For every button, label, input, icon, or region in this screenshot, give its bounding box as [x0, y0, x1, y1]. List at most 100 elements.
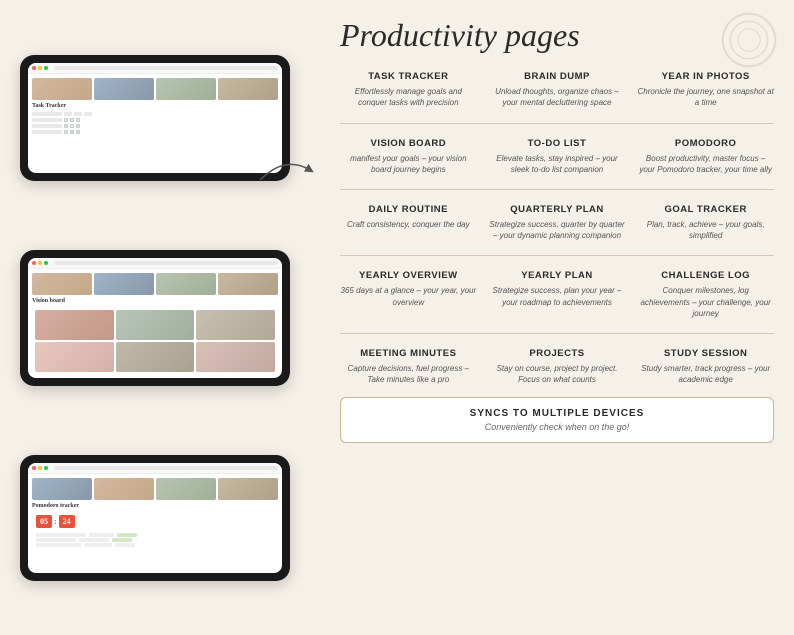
- check-5: [70, 124, 74, 128]
- col-header-4: [84, 112, 92, 116]
- pomo-header-photo-1: [32, 478, 92, 500]
- feature-name-10: YEARLY PLAN: [489, 270, 626, 281]
- minimize-dot-2: [38, 261, 42, 265]
- check-8: [70, 130, 74, 134]
- url-bar-3: [54, 466, 278, 470]
- tablet-frame-1: Task Tracker: [20, 55, 290, 181]
- feature-desc-14: Study smarter, track progress – your aca…: [637, 363, 774, 385]
- feature-name-8: GOAL TRACKER: [637, 204, 774, 215]
- feature-brain-dump: BRAIN DUMP Unload thoughts, organize cha…: [489, 71, 626, 108]
- arrow-icon: [255, 150, 315, 190]
- feature-name-7: QUARTERLY PLAN: [489, 204, 626, 215]
- expand-dot-2: [44, 261, 48, 265]
- feature-meeting-minutes: MEETING MINUTES Capture decisions, fuel …: [340, 348, 477, 385]
- check-3: [76, 118, 80, 122]
- vision-photo-3: [196, 310, 275, 340]
- check-7: [64, 130, 68, 134]
- vision-photo-5: [116, 342, 195, 372]
- vision-photo-6: [196, 342, 275, 372]
- check-2: [70, 118, 74, 122]
- task-table: [32, 112, 278, 135]
- feature-name-0: TASK TRACKER: [340, 71, 477, 82]
- pomo-header-photo-3: [156, 478, 216, 500]
- feature-desc-6: Craft consistency, conquer the day: [340, 219, 477, 230]
- tablet-task-tracker: Task Tracker: [20, 55, 290, 181]
- vision-board-grid: [32, 307, 278, 375]
- feature-name-12: MEETING MINUTES: [340, 348, 477, 359]
- pomo-cell-5: [36, 543, 81, 547]
- pomo-header-photo-4: [218, 478, 278, 500]
- tablet-content-2: Vision board: [28, 269, 282, 378]
- header-photos: [32, 78, 278, 100]
- url-bar-2: [54, 261, 278, 265]
- tablet-toolbar-1: [28, 63, 282, 74]
- tablet-pomodoro: Pomodoro tracker 05 : 24: [20, 455, 290, 581]
- feature-desc-0: Effortlessly manage goals and conquer ta…: [340, 86, 477, 108]
- tablet-content-3: Pomodoro tracker 05 : 24: [28, 474, 282, 553]
- expand-dot-3: [44, 466, 48, 470]
- header-photo-2: [94, 273, 154, 295]
- feature-pomodoro: POMODORO Boost productivity, master focu…: [637, 138, 774, 175]
- photo-4: [218, 78, 278, 100]
- header-photo-1: [32, 273, 92, 295]
- feature-desc-12: Capture decisions, fuel progress – Take …: [340, 363, 477, 385]
- check-4: [64, 124, 68, 128]
- feature-desc-4: Elevate tasks, stay inspired – your slee…: [489, 153, 626, 175]
- divider-3: [340, 249, 774, 262]
- tablet-content-1: Task Tracker: [28, 74, 282, 139]
- tablet-frame-2: Vision board: [20, 250, 290, 386]
- feature-yearly-overview: YEARLY OVERVIEW 365 days at a glance – y…: [340, 270, 477, 319]
- feature-name-4: TO-DO LIST: [489, 138, 626, 149]
- divider-4: [340, 327, 774, 340]
- col-header-3: [74, 112, 82, 116]
- photo-2: [94, 78, 154, 100]
- photo-1: [32, 78, 92, 100]
- feature-yearly-plan: YEARLY PLAN Strategize success, plan you…: [489, 270, 626, 319]
- feature-desc-1: Unload thoughts, organize chaos – your m…: [489, 86, 626, 108]
- pomo-cell-6: [84, 543, 112, 547]
- feature-study-session: STUDY SESSION Study smarter, track progr…: [637, 348, 774, 385]
- pomo-status-3: [115, 543, 135, 547]
- feature-desc-3: manifest your goals – your vision board …: [340, 153, 477, 175]
- pomo-status-1: [117, 533, 137, 537]
- tablet-toolbar-2: [28, 258, 282, 269]
- vision-photo-4: [35, 342, 114, 372]
- feature-desc-13: Stay on course, project by project. Focu…: [489, 363, 626, 385]
- feature-task-tracker: TASK TRACKER Effortlessly manage goals a…: [340, 71, 477, 108]
- col-header-1: [32, 112, 62, 116]
- minimize-dot-3: [38, 466, 42, 470]
- feature-name-1: BRAIN DUMP: [489, 71, 626, 82]
- feature-desc-7: Strategize success, quarter by quarter –…: [489, 219, 626, 241]
- tablets-section: Task Tracker: [0, 0, 310, 635]
- screen-title-3: Pomodoro tracker: [32, 503, 278, 509]
- check-1: [64, 118, 68, 122]
- screen-title-2: Vision board: [32, 298, 278, 304]
- decorative-circles: [719, 10, 779, 70]
- divider-2: [340, 183, 774, 196]
- tablet-screen-2: Vision board: [28, 258, 282, 378]
- feature-todo: TO-DO LIST Elevate tasks, stay inspired …: [489, 138, 626, 175]
- table-data-row-3: [32, 130, 278, 135]
- feature-vision-board: VISION BOARD manifest your goals – your …: [340, 138, 477, 175]
- close-dot-3: [32, 466, 36, 470]
- feature-challenge-log: CHALLENGE LOG Conquer milestones, log ac…: [637, 270, 774, 319]
- feature-name-5: POMODORO: [637, 138, 774, 149]
- feature-desc-10: Strategize success, plan your year – you…: [489, 285, 626, 307]
- pomo-header-photo-2: [94, 478, 154, 500]
- feature-goal-tracker: GOAL TRACKER Plan, track, achieve – your…: [637, 204, 774, 241]
- pomo-cell-3: [36, 538, 76, 542]
- sync-title: SYNCS TO MULTIPLE DEVICES: [361, 408, 753, 419]
- col-header-2: [64, 112, 72, 116]
- feature-year-photos: YEAR IN PHOTOS Chronicle the journey, on…: [637, 71, 774, 108]
- minimize-dot: [38, 66, 42, 70]
- tablet-vision-board: Vision board: [20, 250, 290, 386]
- header-photo-3: [156, 273, 216, 295]
- feature-name-11: CHALLENGE LOG: [637, 270, 774, 281]
- pomo-row-1: [36, 533, 274, 537]
- close-dot: [32, 66, 36, 70]
- table-header-row: [32, 112, 278, 117]
- feature-name-9: YEARLY OVERVIEW: [340, 270, 477, 281]
- photo-3: [156, 78, 216, 100]
- features-grid: TASK TRACKER Effortlessly manage goals a…: [340, 71, 774, 385]
- vision-header-photos: [32, 273, 278, 295]
